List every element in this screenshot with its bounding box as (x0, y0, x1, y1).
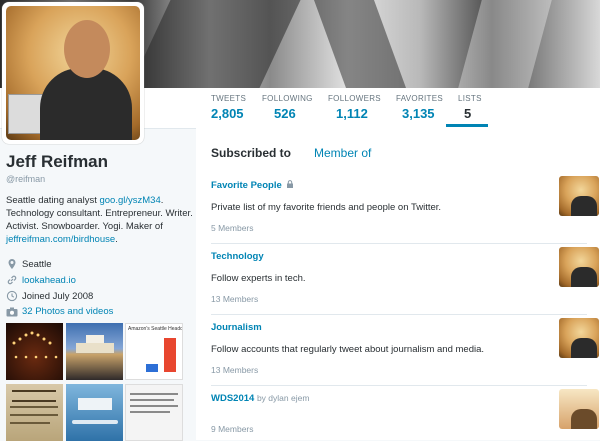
profile-website[interactable]: lookahead.io (22, 275, 76, 286)
calendar-icon (6, 290, 18, 302)
tab-member-of[interactable]: Member of (314, 146, 371, 160)
profile-avatar[interactable] (2, 2, 144, 144)
stat-label: FOLLOWING (262, 94, 313, 103)
profile-location: Seattle (22, 258, 52, 270)
link-icon (7, 275, 17, 285)
photo-thumb-pier[interactable] (66, 323, 123, 380)
stat-favorites[interactable]: FAVORITES 3,135 (396, 94, 443, 121)
list-members[interactable]: 9 Members (211, 424, 587, 434)
profile-card: Jeff Reifman @reifman Seattle dating ana… (6, 152, 196, 304)
stat-label: FOLLOWERS (328, 94, 381, 103)
stat-label: LISTS (458, 94, 482, 103)
stat-value: 5 (464, 106, 472, 121)
stat-label: FAVORITES (396, 94, 444, 103)
list-item[interactable]: Technology Follow experts in tech. 13 Me… (211, 247, 599, 315)
stat-value: 3,135 (402, 106, 435, 121)
profile-name[interactable]: Jeff Reifman (6, 152, 196, 172)
photo-thumb-lights[interactable] (6, 323, 63, 380)
photos-videos-link[interactable]: 32 Photos and videos (6, 306, 113, 317)
list-title[interactable]: WDS2014 (211, 393, 254, 404)
bio-link[interactable]: goo.gl/yszM34 (99, 195, 160, 206)
list-members[interactable]: 13 Members (211, 294, 587, 304)
list-description: Follow accounts that regularly tweet abo… (211, 344, 485, 355)
stat-value: 1,112 (336, 106, 368, 121)
photo-thumb-chart[interactable]: Amazon's Seattle Headcount Fore (125, 323, 183, 380)
list-owner-avatar[interactable] (559, 176, 599, 216)
list-members[interactable]: 13 Members (211, 365, 587, 375)
list-owner-avatar[interactable] (559, 389, 599, 429)
list-title[interactable]: Journalism (211, 322, 587, 333)
location-pin-icon (8, 259, 16, 269)
stat-value: 2,805 (211, 106, 244, 121)
bio-link-birdhouse[interactable]: jeffreifman.com/birdhouse (6, 234, 115, 245)
profile-joined: Joined July 2008 (22, 290, 94, 302)
lock-icon (287, 180, 294, 188)
list-owner-avatar[interactable] (559, 247, 599, 287)
stat-followers[interactable]: FOLLOWERS 1,112 (328, 94, 381, 121)
photo-thumb-boat[interactable] (66, 384, 123, 441)
list-description: Private list of my favorite friends and … (211, 202, 442, 213)
list-title[interactable]: Favorite People (211, 180, 282, 191)
stat-lists[interactable]: LISTS 5 (446, 94, 488, 127)
camera-icon (6, 307, 18, 316)
lists-panel: Subscribed to Member of Favorite People … (196, 128, 600, 440)
active-tab-indicator (446, 124, 488, 127)
list-author[interactable]: by dylan ejem (257, 393, 309, 403)
photo-thumb-telegram[interactable] (6, 384, 63, 441)
list-owner-avatar[interactable] (559, 318, 599, 358)
list-item[interactable]: Favorite People Private list of my favor… (211, 176, 599, 244)
thumb-chart-title: Amazon's Seattle Headcount Fore (128, 326, 183, 332)
list-title[interactable]: Technology (211, 251, 587, 262)
profile-handle[interactable]: @reifman (6, 174, 196, 184)
tab-subscribed-to[interactable]: Subscribed to (211, 146, 291, 160)
profile-meta: Seattle lookahead.io Joined July 2008 (6, 256, 196, 304)
list-description: Follow experts in tech. (211, 273, 306, 284)
list-members[interactable]: 5 Members (211, 223, 587, 233)
stat-value: 526 (274, 106, 296, 121)
list-item[interactable]: WDS2014 by dylan ejem 9 Members (211, 389, 599, 440)
list-item[interactable]: Journalism Follow accounts that regularl… (211, 318, 599, 386)
photo-thumb-document[interactable] (125, 384, 183, 441)
stat-following[interactable]: FOLLOWING 526 (262, 94, 313, 121)
profile-bio: Seattle dating analyst goo.gl/yszM34. Te… (6, 195, 193, 245)
stat-label: TWEETS (211, 94, 247, 103)
stat-tweets[interactable]: TWEETS 2,805 (211, 94, 246, 121)
